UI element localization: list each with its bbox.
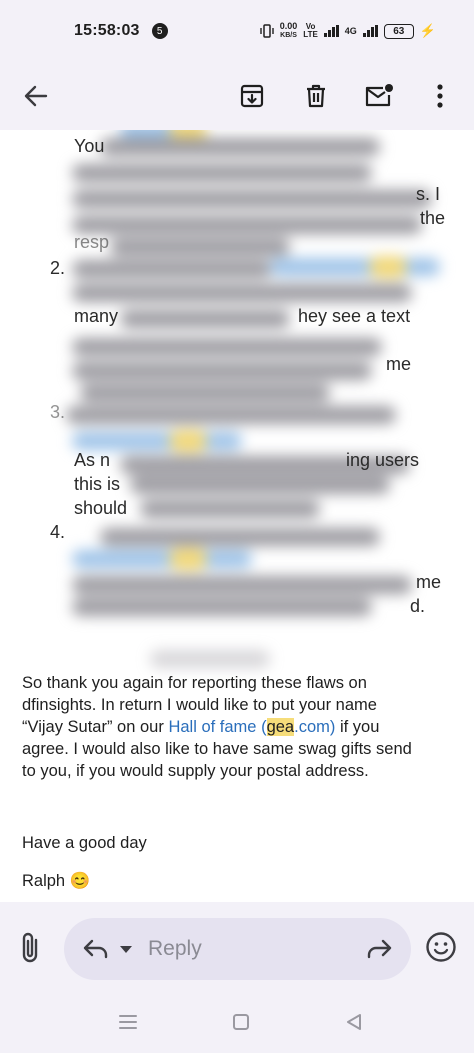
menu-icon (119, 1015, 137, 1029)
leaked-text: s. I (416, 184, 441, 204)
leaked-text: You (74, 136, 105, 156)
smile-emoji: 😊 (69, 872, 91, 890)
archive-icon (240, 84, 264, 108)
more-vert-icon (437, 84, 443, 108)
status-bar: 15:58:03 5 0.00 KB/S Vo LTE 4G 63 ⚡ (0, 0, 474, 62)
network-type: 4G (344, 25, 357, 36)
emoji-button[interactable] (424, 930, 460, 966)
net-speed-unit: KB/S (280, 32, 297, 39)
hall-of-fame-link[interactable]: Hall of fame (168, 718, 256, 736)
net-speed-value: 0.00 (279, 21, 298, 31)
net-speed: 0.00 KB/S (280, 22, 298, 40)
mark-unread-button[interactable] (357, 74, 401, 118)
redacted-content (0, 130, 474, 668)
thanks-line: So thank you again for reporting these f… (22, 674, 367, 692)
volte-indicator: Vo LTE (303, 22, 318, 39)
square-icon (233, 1014, 249, 1030)
thanks-line: dfinsights. In return I would like to pu… (22, 696, 377, 714)
thanks-line: agree. I would also like to have same sw… (22, 740, 412, 758)
vibrate-icon (260, 24, 274, 38)
delete-button[interactable] (294, 74, 338, 118)
back-nav-button[interactable] (342, 1012, 366, 1032)
paperclip-icon (22, 932, 38, 963)
list-number: 4. (50, 522, 66, 542)
signature: Ralph 😊 (22, 870, 452, 892)
leaked-text: this is (74, 474, 121, 494)
reply-input[interactable]: Reply (64, 918, 411, 980)
arrow-left-icon (24, 85, 48, 107)
leaked-text: resp (74, 232, 110, 252)
signal-icon (323, 25, 339, 37)
list-number: 2. (50, 258, 66, 278)
recents-button[interactable] (116, 1012, 140, 1032)
back-button[interactable] (14, 74, 58, 118)
leaked-text: d. (410, 596, 426, 616)
signal-icon-2 (362, 25, 378, 37)
system-nav-bar (0, 990, 474, 1053)
reply-bar: Reply (0, 902, 474, 990)
battery-icon: 63 (383, 23, 414, 39)
message-body: You s. I the resp 2. many hey see a text… (0, 130, 474, 902)
leaked-text: me (386, 354, 412, 374)
triangle-back-icon (347, 1014, 361, 1030)
reply-arrow-icon[interactable] (82, 938, 110, 960)
charging-icon: ⚡ (419, 23, 436, 38)
status-time: 15:58:03 (74, 22, 140, 39)
attach-button[interactable] (16, 930, 48, 966)
status-indicators: 0.00 KB/S Vo LTE 4G 63 ⚡ (260, 22, 436, 40)
leaked-text: the (420, 208, 446, 228)
trash-icon (307, 84, 325, 108)
forward-arrow-icon[interactable] (365, 938, 393, 960)
domain-link[interactable]: gea.com (266, 718, 330, 736)
top-toolbar (0, 62, 474, 130)
leaked-text: hey see a text (298, 306, 411, 326)
mail-unread-icon (365, 84, 393, 107)
reply-placeholder: Reply (148, 937, 202, 960)
chevron-down-icon[interactable] (118, 943, 134, 955)
signature-name: Ralph (22, 872, 66, 890)
notification-count-badge: 5 (151, 23, 168, 39)
leaked-text: many (74, 306, 119, 326)
list-number: 3. (50, 402, 66, 422)
closing-line: Have a good day (22, 834, 147, 852)
more-options-button[interactable] (418, 74, 462, 118)
thanks-line-hall-of-fame: “Vijay Sutar” on our Hall of fame (gea.c… (22, 718, 380, 736)
home-button[interactable] (229, 1012, 253, 1032)
leaked-text: me (416, 572, 442, 592)
leaked-text: ing users (346, 450, 420, 470)
thanks-paragraph: So thank you again for reporting these f… (22, 672, 452, 782)
thanks-line: to you, if you would supply your postal … (22, 762, 369, 780)
leaked-text: As n (74, 450, 111, 470)
leaked-text: should (74, 498, 128, 518)
archive-button[interactable] (230, 74, 274, 118)
domain-highlight: gea (266, 718, 295, 736)
smiley-icon (426, 932, 456, 962)
